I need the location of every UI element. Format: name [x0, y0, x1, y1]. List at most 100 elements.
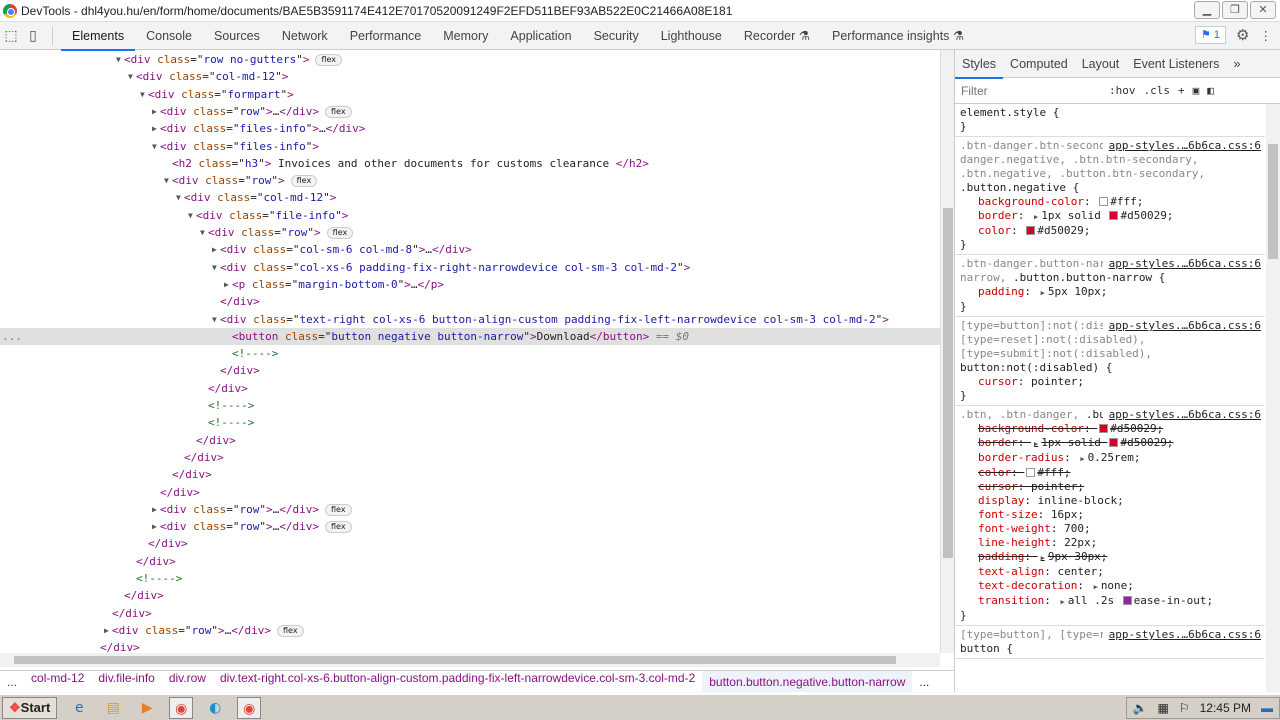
collapsed-triangle-icon[interactable]: ▶	[104, 622, 109, 639]
rule-source-link[interactable]: app-styles.…6b6ca.css:6	[1102, 257, 1261, 271]
dom-node[interactable]: </div>	[0, 362, 940, 379]
dom-node[interactable]: ▼ <div class="files-info">	[0, 138, 940, 155]
dom-node[interactable]: </div>	[0, 553, 940, 570]
start-button[interactable]: ❖Start	[2, 696, 58, 719]
volume-icon[interactable]: 🔈	[1133, 701, 1148, 715]
expanded-triangle-icon[interactable]: ▼	[152, 138, 157, 155]
dom-node[interactable]: ▶ <div class="col-sm-6 col-md-8">…</div>	[0, 241, 940, 258]
flex-badge[interactable]: flex	[325, 503, 352, 516]
styles-tab-styles[interactable]: Styles	[955, 50, 1004, 79]
expanded-triangle-icon[interactable]: ▼	[212, 311, 217, 328]
settings-gear-icon[interactable]: ⚙	[1236, 26, 1249, 44]
css-declaration[interactable]: text-decoration: ▶ none;	[960, 579, 1260, 594]
issues-button[interactable]: ⚑ 1	[1195, 26, 1227, 44]
css-declaration[interactable]: border-radius: ▶ 0.25rem;	[960, 451, 1260, 466]
tab-elements[interactable]: Elements	[61, 22, 136, 51]
collapsed-triangle-icon[interactable]: ▶	[152, 501, 157, 518]
color-swatch[interactable]	[1109, 438, 1119, 447]
css-declaration[interactable]: color: #fff;	[960, 466, 1260, 480]
edge-icon[interactable]: ◐	[203, 697, 227, 719]
expand-arrow-icon[interactable]: ▶	[1041, 289, 1045, 297]
dom-node[interactable]: <!---->	[0, 345, 940, 362]
expanded-triangle-icon[interactable]: ▼	[176, 189, 181, 206]
flag-icon[interactable]: ⚐	[1179, 701, 1190, 715]
expand-arrow-icon[interactable]: ▶	[1034, 213, 1038, 221]
paint-icon[interactable]: ▣	[1193, 84, 1200, 97]
dom-node[interactable]: ▼ <div class="formpart">	[0, 86, 940, 103]
css-declaration[interactable]: line-height: 22px;	[960, 536, 1260, 550]
breadcrumb-more[interactable]: ...	[0, 675, 24, 689]
tab-memory[interactable]: Memory	[432, 22, 499, 50]
dom-node[interactable]: </div>	[0, 484, 940, 501]
expanded-triangle-icon[interactable]: ▼	[164, 172, 169, 189]
dom-node[interactable]: </div>	[0, 449, 940, 466]
styles-filter-input[interactable]	[961, 83, 1101, 98]
close-button[interactable]: ✕	[1250, 1, 1276, 19]
expanded-triangle-icon[interactable]: ▼	[188, 207, 193, 224]
flex-badge[interactable]: flex	[325, 521, 352, 534]
dom-horizontal-scrollbar[interactable]	[0, 653, 940, 667]
tab-performance-insights[interactable]: Performance insights ⚗	[821, 22, 975, 50]
dom-node[interactable]: ▼ <div class="row no-gutters"> flex	[0, 51, 940, 68]
cls-toggle[interactable]: .cls	[1144, 84, 1171, 97]
css-declaration[interactable]: cursor: pointer;	[960, 480, 1260, 494]
flex-badge[interactable]: flex	[326, 227, 354, 239]
collapsed-triangle-icon[interactable]: ▶	[152, 518, 157, 535]
dom-node[interactable]: ▶ <div class="row">…</div> flex	[0, 103, 940, 120]
chrome-devtools-taskbar-icon[interactable]: ◉	[237, 696, 262, 719]
flex-badge[interactable]: flex	[315, 54, 343, 66]
dom-node[interactable]: ▶ <div class="row">…</div> flex	[0, 518, 940, 535]
expand-arrow-icon[interactable]: ▶	[1080, 455, 1084, 463]
dom-node[interactable]: ▼ <div class="text-right col-xs-6 button-…	[0, 311, 940, 328]
maximize-button[interactable]: ❐	[1222, 1, 1248, 19]
css-declaration[interactable]: background-color: #d50029;	[960, 422, 1260, 436]
chrome-taskbar-icon[interactable]: ◉	[169, 696, 194, 719]
tab-application[interactable]: Application	[499, 22, 582, 50]
more-options-icon[interactable]: ⋮	[1260, 28, 1273, 43]
breadcrumb-trail[interactable]: ...	[912, 675, 936, 689]
toggle-sidebar-icon[interactable]: ◧	[1207, 84, 1214, 97]
styles-tab-layout[interactable]: Layout	[1075, 50, 1127, 78]
tab-network[interactable]: Network	[271, 22, 339, 50]
styles-scrollbar[interactable]	[1266, 104, 1280, 692]
ie-icon[interactable]: e	[67, 697, 91, 719]
explorer-folder-icon[interactable]: ▤	[101, 697, 125, 719]
dom-node[interactable]: ▼ <div class="row"> flex	[0, 224, 940, 241]
dom-node[interactable]: </div>	[0, 293, 940, 310]
dom-node[interactable]: ▼ <div class="col-xs-6 padding-fix-right-…	[0, 259, 940, 276]
css-declaration[interactable]: padding: ▶ 5px 10px;	[960, 285, 1260, 300]
css-declaration[interactable]: transition: ▶ all .2s ease-in-out;	[960, 594, 1260, 609]
css-declaration[interactable]: border: ▶ 1px solid #d50029;	[960, 436, 1260, 451]
color-swatch[interactable]	[1099, 197, 1109, 206]
styles-tab-event-listeners[interactable]: Event Listeners	[1126, 50, 1226, 78]
css-declaration[interactable]: font-size: 16px;	[960, 508, 1260, 522]
breadcrumb-item[interactable]: div.text-right.col-xs-6.button-align-cus…	[213, 671, 702, 692]
node-menu-dots[interactable]: ...	[2, 328, 22, 345]
expand-arrow-icon[interactable]: ▶	[1094, 583, 1098, 591]
css-declaration[interactable]: cursor: pointer;	[960, 375, 1260, 389]
collapsed-triangle-icon[interactable]: ▶	[152, 120, 157, 137]
collapsed-triangle-icon[interactable]: ▶	[224, 276, 229, 293]
inspect-element-icon[interactable]: ⬚	[0, 27, 22, 44]
expanded-triangle-icon[interactable]: ▼	[212, 259, 217, 276]
dom-node[interactable]: ▶ <div class="files-info">…</div>	[0, 120, 940, 137]
styles-tab-computed[interactable]: Computed	[1003, 50, 1075, 78]
tab-console[interactable]: Console	[135, 22, 203, 50]
dom-node[interactable]: ▶ <div class="row">…</div> flex	[0, 501, 940, 518]
css-declaration[interactable]: padding: ▶ 9px 30px;	[960, 550, 1260, 565]
network-icon[interactable]: ▦	[1158, 701, 1169, 715]
color-swatch[interactable]	[1122, 596, 1132, 605]
breadcrumb-item[interactable]: div.row	[162, 671, 213, 692]
dom-node[interactable]: ▼ <div class="row"> flex	[0, 172, 940, 189]
color-swatch[interactable]	[1026, 226, 1036, 235]
rule-source-link[interactable]: app-styles.…6b6ca.css:6	[1102, 628, 1261, 642]
dom-node[interactable]: </div>	[0, 535, 940, 552]
breadcrumb-item[interactable]: button.button.negative.button-narrow	[702, 671, 913, 692]
collapsed-triangle-icon[interactable]: ▶	[212, 241, 217, 258]
css-declaration[interactable]: border: ▶ 1px solid #d50029;	[960, 209, 1260, 224]
tab-security[interactable]: Security	[583, 22, 650, 50]
dom-node[interactable]: ▶ <p class="margin-bottom-0">…</p>	[0, 276, 940, 293]
css-declaration[interactable]: background-color: #fff;	[960, 195, 1260, 209]
dom-node[interactable]: ▼ <div class="col-md-12">	[0, 68, 940, 85]
dom-node[interactable]: ▶ <div class="row">…</div> flex	[0, 622, 940, 639]
